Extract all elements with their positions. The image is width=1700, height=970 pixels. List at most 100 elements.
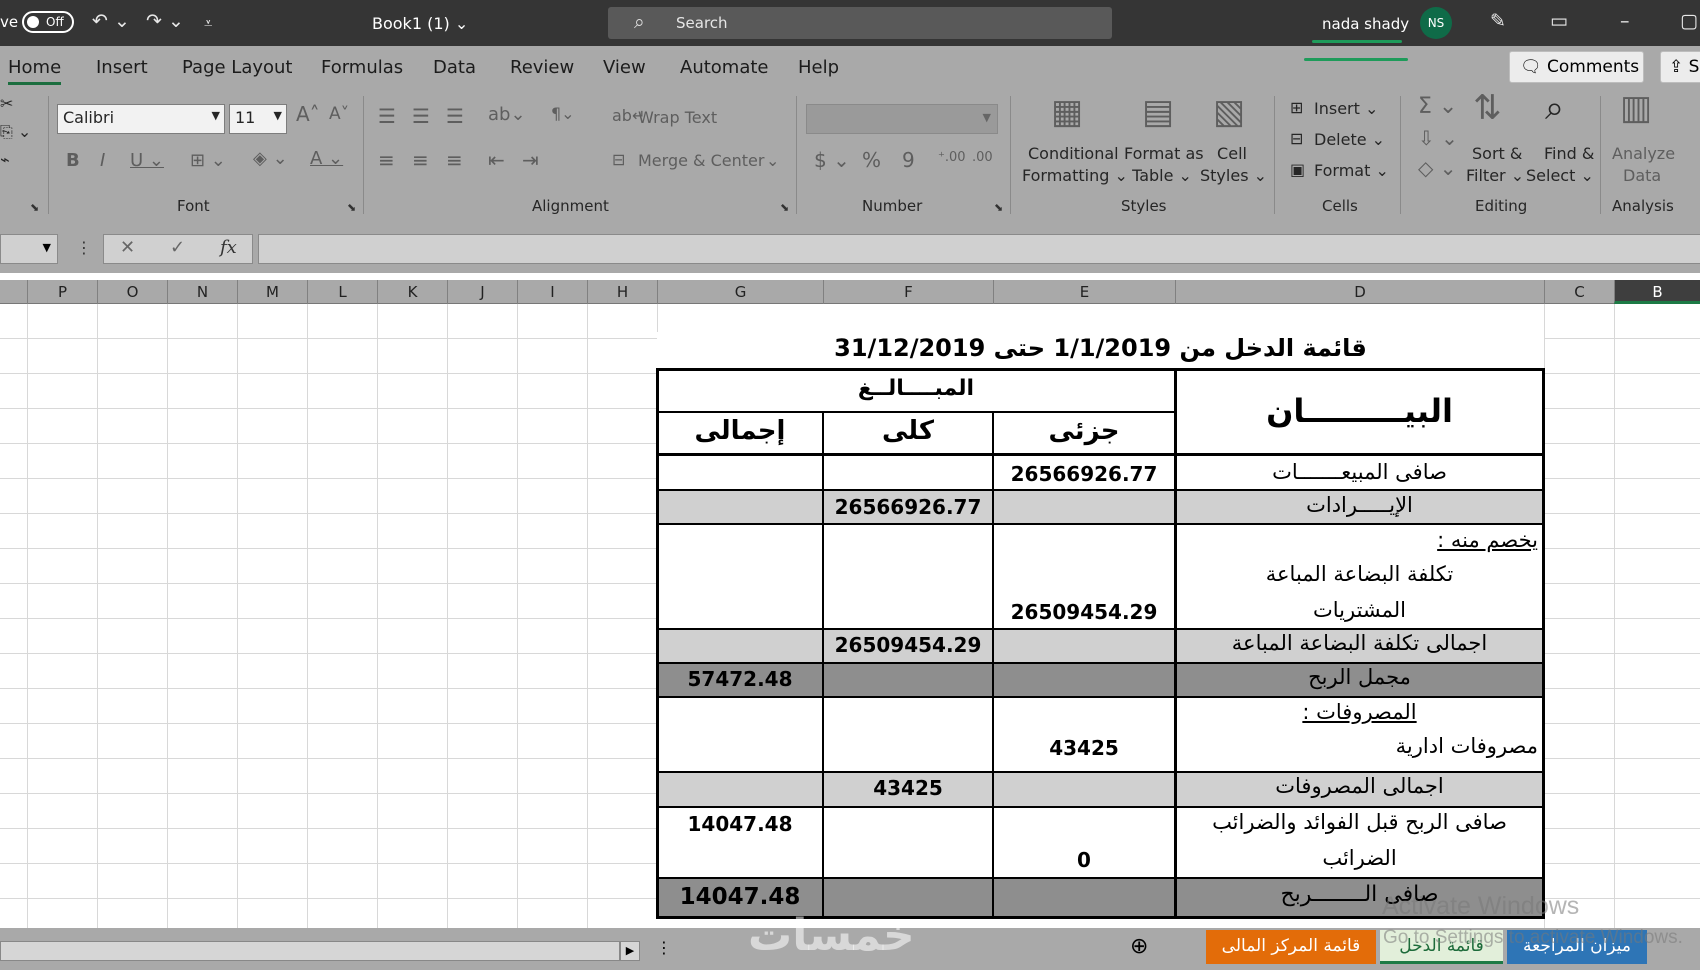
formula-input[interactable]: [258, 234, 1700, 264]
row-label[interactable]: يخصم منه :: [1175, 528, 1538, 552]
merge-center-label[interactable]: Merge & Center: [638, 151, 764, 170]
column-header[interactable]: L: [307, 280, 377, 304]
row-label[interactable]: تكلفة البضاعة المباعة: [1175, 562, 1544, 586]
analyze-data-line2[interactable]: Data: [1623, 166, 1661, 185]
format-as-table-line2[interactable]: Table ⌄: [1124, 166, 1200, 185]
decrease-indent-icon[interactable]: ⇤: [488, 148, 505, 172]
conditional-formatting-line2[interactable]: Formatting ⌄: [1022, 166, 1128, 185]
row-partial[interactable]: 0: [993, 848, 1175, 872]
copy-icon[interactable]: ⎘ ⌄: [0, 122, 31, 142]
find-icon[interactable]: ⌕: [1545, 88, 1564, 128]
tab-page-layout[interactable]: Page Layout: [182, 57, 293, 78]
horizontal-scrollbar[interactable]: [0, 941, 620, 961]
header-partial[interactable]: جزئى: [993, 416, 1175, 446]
percent-icon[interactable]: %: [862, 148, 881, 172]
clipboard-launcher-icon[interactable]: ⬊: [30, 201, 39, 214]
row-grand-total[interactable]: 14047.48: [657, 812, 823, 836]
row-label[interactable]: مصروفات ادارية: [1175, 734, 1538, 758]
column-header[interactable]: N: [167, 280, 237, 304]
row-label[interactable]: اجمالى المصروفات: [1175, 774, 1544, 798]
analyze-data-icon[interactable]: ▥: [1620, 88, 1652, 128]
more-options-icon[interactable]: ⋮: [76, 238, 92, 257]
sheet-tab-financial-position[interactable]: قائمة المركز المالى: [1206, 930, 1376, 964]
number-format-select[interactable]: ▼: [806, 104, 998, 134]
rtl-icon[interactable]: ¶⌄: [551, 104, 575, 123]
header-grand-total[interactable]: إجمالى: [657, 416, 823, 446]
bottom-align-icon[interactable]: ☰: [446, 104, 464, 128]
font-launcher-icon[interactable]: ⬊: [347, 201, 356, 214]
format-cells-label[interactable]: Format ⌄: [1314, 161, 1389, 180]
wrap-text-label[interactable]: Wrap Text: [638, 108, 717, 127]
sort-filter-icon[interactable]: ⇅: [1473, 88, 1502, 128]
row-label[interactable]: صافى المبيعـــــــات: [1175, 460, 1544, 484]
borders-icon[interactable]: ⊞ ⌄: [190, 150, 226, 171]
header-description[interactable]: البيـــــــــان: [1175, 392, 1544, 430]
italic-icon[interactable]: I: [100, 150, 105, 171]
maximize-icon[interactable]: ▢: [1680, 10, 1698, 32]
row-label[interactable]: مجمل الربح: [1175, 665, 1544, 689]
column-header[interactable]: J: [447, 280, 517, 304]
comma-icon[interactable]: 9: [902, 148, 915, 172]
column-header[interactable]: C: [1544, 280, 1614, 304]
header-amounts[interactable]: المبــــالــغ: [657, 376, 1175, 401]
customize-qat-icon[interactable]: ⩡: [204, 14, 212, 32]
enter-icon[interactable]: ✓: [170, 237, 185, 258]
scroll-right-icon[interactable]: ▶: [620, 941, 640, 961]
row-label[interactable]: الضرائب: [1175, 846, 1544, 870]
column-header[interactable]: K: [377, 280, 447, 304]
insert-function-icon[interactable]: fx: [220, 237, 237, 258]
shrink-font-icon[interactable]: A˅: [329, 104, 349, 124]
statement-title[interactable]: قائمة الدخل من 1/1/2019 حتى 31/12/2019: [657, 334, 1544, 362]
row-label[interactable]: اجمالى تكلفة البضاعة المباعة: [1175, 631, 1544, 655]
orientation-icon[interactable]: ab⌄: [488, 104, 526, 125]
minimize-icon[interactable]: –: [1620, 10, 1630, 32]
cut-icon[interactable]: ✂: [0, 94, 13, 113]
align-left-icon[interactable]: ≡: [378, 148, 395, 172]
top-align-icon[interactable]: ☰: [378, 104, 396, 128]
row-partial[interactable]: 43425: [993, 736, 1175, 760]
fill-color-icon[interactable]: ◈ ⌄: [253, 148, 288, 169]
clear-icon[interactable]: ◇ ⌄: [1418, 156, 1457, 180]
middle-align-icon[interactable]: ☰: [412, 104, 430, 128]
cancel-icon[interactable]: ✕: [120, 237, 135, 258]
conditional-formatting-line1[interactable]: Conditional: [1028, 144, 1119, 163]
row-label[interactable]: المشتريات: [1175, 598, 1544, 622]
column-header-selected[interactable]: B: [1614, 280, 1700, 304]
column-header[interactable]: G: [657, 280, 823, 304]
row-label[interactable]: الإيـــــرادات: [1175, 493, 1544, 517]
autosave-toggle[interactable]: Off: [22, 11, 74, 33]
tab-automate[interactable]: Automate: [680, 57, 769, 78]
tab-formulas[interactable]: Formulas: [321, 57, 403, 78]
name-box[interactable]: ▼: [0, 234, 58, 264]
row-label[interactable]: المصروفات :: [1175, 700, 1544, 724]
chevron-down-icon[interactable]: ⌄: [766, 151, 779, 170]
undo-icon[interactable]: ↶ ⌄: [92, 10, 130, 32]
conditional-formatting-icon[interactable]: ▦: [1051, 92, 1083, 132]
tab-view[interactable]: View: [603, 57, 646, 78]
column-header[interactable]: M: [237, 280, 307, 304]
font-name-select[interactable]: Calibri ▼: [57, 104, 225, 134]
delete-cells-label[interactable]: Delete ⌄: [1314, 130, 1385, 149]
alignment-launcher-icon[interactable]: ⬊: [780, 201, 789, 214]
font-color-icon[interactable]: A ⌄: [310, 148, 343, 169]
more-sheets-icon[interactable]: ⋮: [656, 938, 672, 957]
tab-insert[interactable]: Insert: [96, 57, 148, 78]
tab-home[interactable]: Home: [8, 57, 62, 85]
cell-styles-line1[interactable]: Cell: [1200, 144, 1264, 163]
delete-cells-icon[interactable]: ⊟: [1290, 129, 1303, 148]
worksheet-grid[interactable]: قائمة الدخل من 1/1/2019 حتى 31/12/2019 ا…: [0, 304, 1700, 928]
cell-styles-line2[interactable]: Styles ⌄: [1200, 166, 1267, 185]
sort-filter-line1[interactable]: Sort &: [1472, 144, 1522, 163]
column-header[interactable]: H: [587, 280, 657, 304]
find-select-line1[interactable]: Find &: [1544, 144, 1594, 163]
column-header[interactable]: I: [517, 280, 587, 304]
cell-styles-icon[interactable]: ▧: [1213, 92, 1245, 132]
column-header[interactable]: P: [27, 280, 97, 304]
find-select-line2[interactable]: Select ⌄: [1526, 166, 1594, 185]
redo-icon[interactable]: ↷ ⌄: [146, 10, 184, 32]
column-header[interactable]: D: [1175, 280, 1544, 304]
comments-button[interactable]: 🗨︎ Comments: [1509, 51, 1644, 83]
format-cells-icon[interactable]: ▣: [1290, 160, 1305, 179]
row-total[interactable]: 26566926.77: [823, 495, 993, 519]
avatar[interactable]: NS: [1420, 7, 1452, 39]
